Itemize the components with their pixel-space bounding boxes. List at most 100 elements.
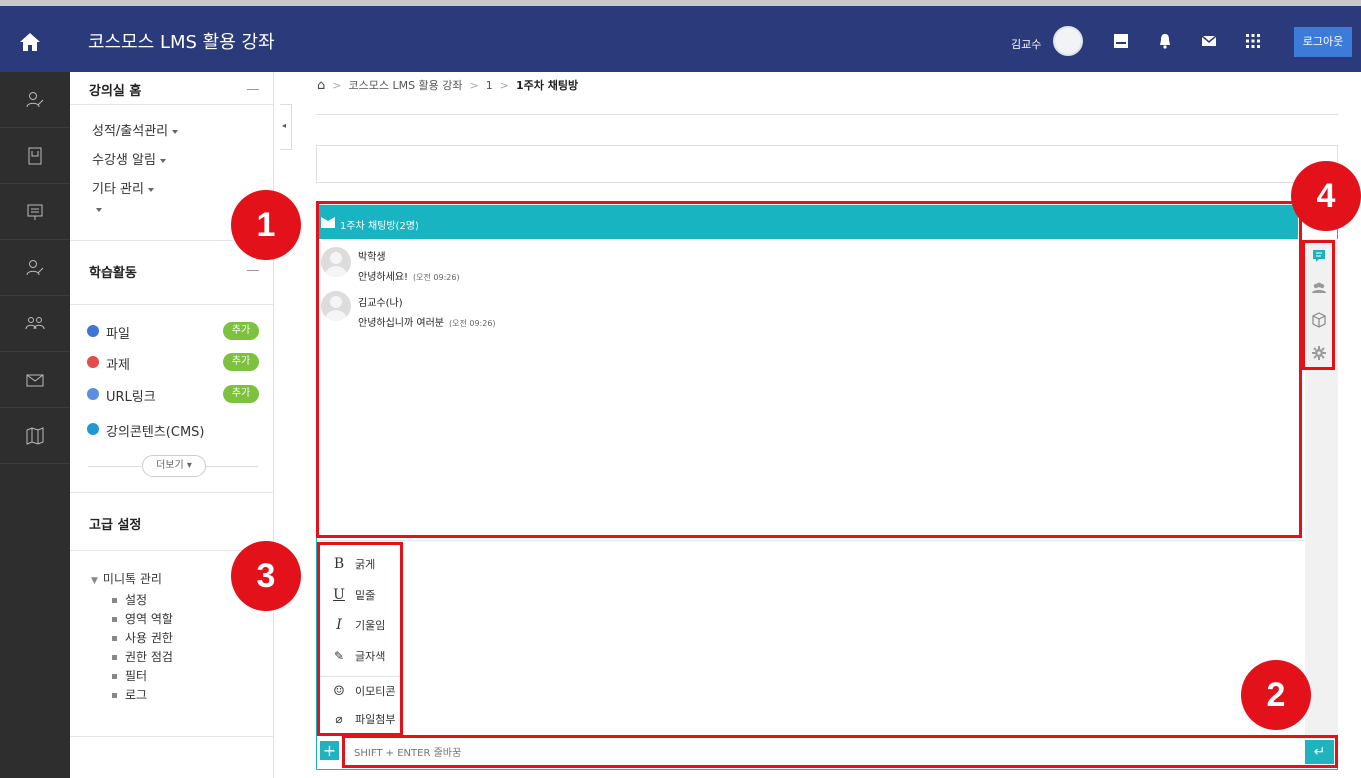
breadcrumb: ⌂ > 코스모스 LMS 활용 강좌 >1 >1주차 채팅방 <box>317 77 578 93</box>
rail-item-user[interactable] <box>0 72 70 128</box>
board-icon <box>27 204 43 220</box>
annotation-badge-1: 1 <box>231 190 301 260</box>
more-button[interactable]: 더보기 ▾ <box>142 455 206 477</box>
link-icon <box>87 388 99 400</box>
add-assignment-button[interactable]: 추가 <box>223 353 259 371</box>
bullet-icon <box>112 674 117 679</box>
caret-down-icon <box>159 158 166 163</box>
top-bar: 코스모스 LMS 활용 강좌 김교수 로그아웃 <box>0 0 1361 72</box>
rail-item-book[interactable] <box>0 128 70 184</box>
menu-item-grades[interactable]: 성적/출석관리 <box>92 120 179 139</box>
collapse-dash[interactable] <box>247 270 259 271</box>
divider <box>70 304 274 305</box>
rail-item-map[interactable] <box>0 408 70 464</box>
advanced-item-label: 설정 <box>125 593 148 607</box>
menu-item-notify[interactable]: 수강생 알림 <box>92 149 166 168</box>
file-icon <box>87 325 99 337</box>
group-icon <box>25 316 45 329</box>
triangle-down-icon: ▼ <box>91 576 98 586</box>
divider <box>70 736 274 737</box>
home-icon[interactable] <box>18 30 42 54</box>
rail-item-profile[interactable] <box>0 240 70 296</box>
activity-label: 파일 <box>106 327 130 342</box>
bullet-icon <box>112 598 117 603</box>
bullet-icon <box>112 617 117 622</box>
divider <box>70 104 274 105</box>
advanced-item-check[interactable]: 권한 점검 <box>112 648 173 665</box>
annotation-badge-4: 4 <box>1291 161 1361 231</box>
rail-item-message[interactable] <box>0 352 70 408</box>
annotation-badge-3: 3 <box>231 541 301 611</box>
annotation-box-tools <box>317 542 403 736</box>
assignment-icon <box>87 356 99 368</box>
activity-url[interactable]: URL링크 추가 <box>87 385 259 405</box>
advanced-item-label: 필터 <box>125 669 148 683</box>
caret-down-icon <box>172 129 179 134</box>
username: 김교수 <box>1011 38 1042 51</box>
annotation-box-chat-area <box>316 201 1302 538</box>
menu-more-toggle[interactable] <box>92 202 102 217</box>
book-icon <box>28 147 42 164</box>
content-icon <box>87 423 99 435</box>
menu-home-title[interactable]: 강의실 홈 <box>89 80 141 99</box>
user-edit-icon <box>26 259 44 275</box>
menu-item-label: 기타 관리 <box>92 182 144 197</box>
activity-file[interactable]: 파일 추가 <box>87 322 259 342</box>
sidebar-collapse-toggle[interactable]: ◂ <box>280 104 292 150</box>
advanced-group-label: 미니톡 관리 <box>102 572 162 586</box>
separator: > <box>332 79 342 92</box>
display-icon[interactable] <box>1112 32 1130 50</box>
mail-icon[interactable] <box>1200 32 1218 50</box>
user-avatar[interactable] <box>1053 26 1083 56</box>
add-file-button[interactable]: 추가 <box>223 322 259 340</box>
advanced-item-log[interactable]: 로그 <box>112 686 147 703</box>
menu-item-label: 수강생 알림 <box>92 153 156 168</box>
advanced-item-label: 권한 점검 <box>125 650 173 664</box>
rail-item-board[interactable] <box>0 184 70 240</box>
divider <box>88 466 142 467</box>
menu-item-label: 성적/출석관리 <box>92 124 169 139</box>
caret-down-icon <box>147 187 154 192</box>
advanced-item-label: 영역 역할 <box>125 612 173 626</box>
activity-label: 과제 <box>106 358 130 373</box>
menu-item-etc[interactable]: 기타 관리 <box>92 178 154 197</box>
user-edit-icon <box>26 91 44 107</box>
home-icon[interactable]: ⌂ <box>317 78 325 93</box>
caret-down-icon <box>96 207 102 212</box>
add-url-button[interactable]: 추가 <box>223 385 259 403</box>
advanced-item-settings[interactable]: 설정 <box>112 591 147 608</box>
breadcrumb-section[interactable]: 1 <box>486 79 493 92</box>
divider <box>70 492 274 493</box>
course-title[interactable]: 코스모스 LMS 활용 강좌 <box>88 28 275 54</box>
advanced-item-roles[interactable]: 영역 역할 <box>112 610 173 627</box>
advanced-group-minitalk[interactable]: ▼ 미니톡 관리 <box>91 570 162 587</box>
bullet-icon <box>112 693 117 698</box>
activities-title: 학습활동 <box>89 266 137 281</box>
bullet-icon <box>112 636 117 641</box>
activity-cms[interactable]: 강의콘텐츠(CMS) <box>87 420 259 440</box>
advanced-item-permissions[interactable]: 사용 권한 <box>112 629 173 646</box>
caret-left-icon: ◂ <box>282 121 287 130</box>
bullet-icon <box>112 655 117 660</box>
envelope-icon <box>26 374 44 386</box>
divider <box>316 114 1338 115</box>
advanced-item-filter[interactable]: 필터 <box>112 667 147 684</box>
activity-label: URL링크 <box>106 390 156 405</box>
bell-icon[interactable] <box>1156 32 1174 50</box>
apps-grid-icon[interactable] <box>1244 32 1262 50</box>
rail-item-group[interactable] <box>0 296 70 352</box>
more-label: 더보기 <box>156 460 184 471</box>
course-menu: 강의실 홈 성적/출석관리 수강생 알림 기타 관리 학습활동 파일 추가 과제… <box>70 72 274 778</box>
collapse-dash[interactable] <box>247 89 259 90</box>
advanced-item-label: 로그 <box>125 688 148 702</box>
breadcrumb-course[interactable]: 코스모스 LMS 활용 강좌 <box>348 79 462 92</box>
toggle-tools-button[interactable]: + <box>320 741 339 760</box>
breadcrumb-current: 1주차 채팅방 <box>515 79 579 92</box>
annotation-badge-2: 2 <box>1241 660 1311 730</box>
annotation-box-input <box>342 735 1338 768</box>
activity-assignment[interactable]: 과제 추가 <box>87 353 259 373</box>
description-box <box>316 145 1338 183</box>
map-icon <box>26 426 44 445</box>
logout-button[interactable]: 로그아웃 <box>1294 27 1352 57</box>
icon-rail <box>0 72 70 778</box>
